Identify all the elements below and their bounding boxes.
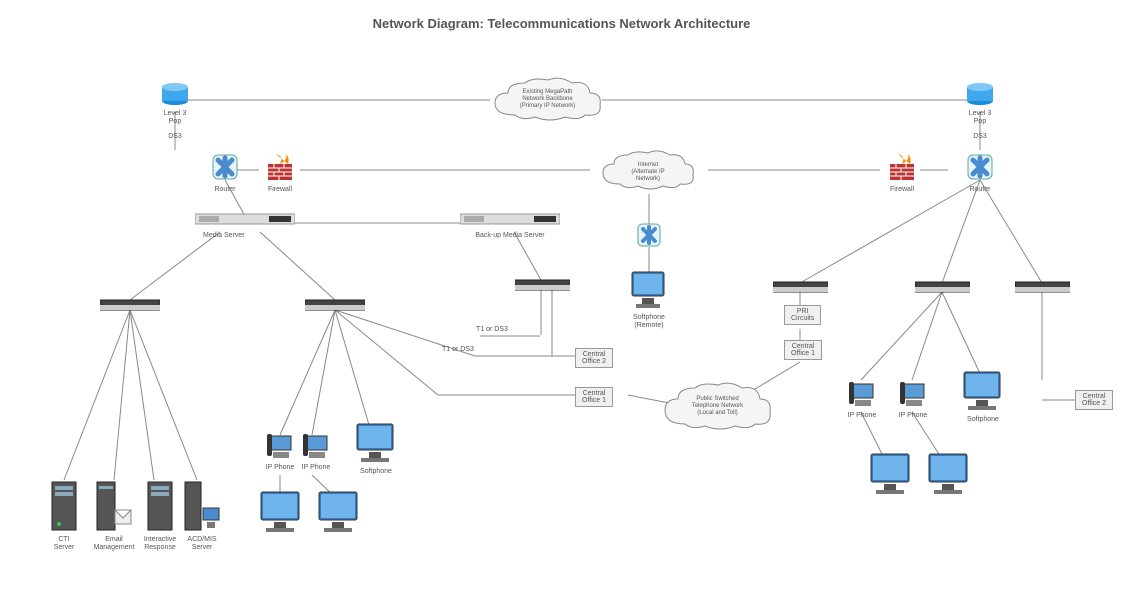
monitor-1 bbox=[256, 490, 306, 536]
switch-5 bbox=[915, 280, 970, 296]
monitor-2 bbox=[314, 490, 364, 536]
firewall-right: Firewall bbox=[884, 152, 920, 194]
router-right: Router bbox=[962, 152, 998, 194]
email-mgmt: Email Management bbox=[90, 480, 138, 553]
switch-4 bbox=[773, 280, 828, 296]
router-left: Router bbox=[207, 152, 243, 194]
cloud-backbone: Existing MegaPath Network Backbone (Prim… bbox=[490, 75, 605, 127]
cloud-pstn: Public Switched Telephone Network (Local… bbox=[660, 380, 775, 436]
central-office-1a: Central Office 1 bbox=[784, 340, 822, 360]
t1-ds3-b: T1 or DS3 bbox=[442, 346, 474, 354]
central-office-1b: Central Office 1 bbox=[575, 387, 613, 407]
ip-phone-4: IP Phone bbox=[894, 378, 932, 420]
monitor-3 bbox=[866, 452, 916, 498]
pop-left: Level 3 Pop DS3 bbox=[157, 80, 193, 141]
interactive-response: Interactive Response bbox=[138, 480, 182, 553]
t1-ds3-a: T1 or DS3 bbox=[476, 326, 508, 334]
switch-1 bbox=[100, 298, 160, 314]
central-office-2a: Central Office 2 bbox=[575, 348, 613, 368]
central-office-2b: Central Office 2 bbox=[1075, 390, 1113, 410]
ip-phone-1: IP Phone bbox=[261, 430, 299, 472]
switch-3 bbox=[515, 278, 570, 294]
media-server: Media Server bbox=[195, 210, 295, 240]
acdms-server: ACD/MIS Server bbox=[180, 480, 224, 553]
softphone-1: Softphone bbox=[348, 422, 404, 476]
pop-right: Level 3 Pop DS3 bbox=[962, 80, 998, 141]
pri-circuits-label: PRI Circuits bbox=[784, 305, 821, 325]
router-internet bbox=[635, 222, 663, 250]
softphone-remote: Softphone (Remote) bbox=[621, 270, 677, 331]
cti-server: CTI Server bbox=[44, 480, 84, 553]
ip-phone-3: IP Phone bbox=[843, 378, 881, 420]
diagram-title: Network Diagram: Telecommunications Netw… bbox=[0, 16, 1123, 31]
ip-phone-2: IP Phone bbox=[297, 430, 335, 472]
softphone-2: Softphone bbox=[955, 370, 1011, 424]
cloud-internet: Internet (Alternate IP Network) bbox=[598, 148, 698, 196]
monitor-4 bbox=[924, 452, 974, 498]
firewall-left: Firewall bbox=[262, 152, 298, 194]
switch-2 bbox=[305, 298, 365, 314]
backup-media-server: Back-up Media Server bbox=[460, 210, 560, 240]
switch-6 bbox=[1015, 280, 1070, 296]
